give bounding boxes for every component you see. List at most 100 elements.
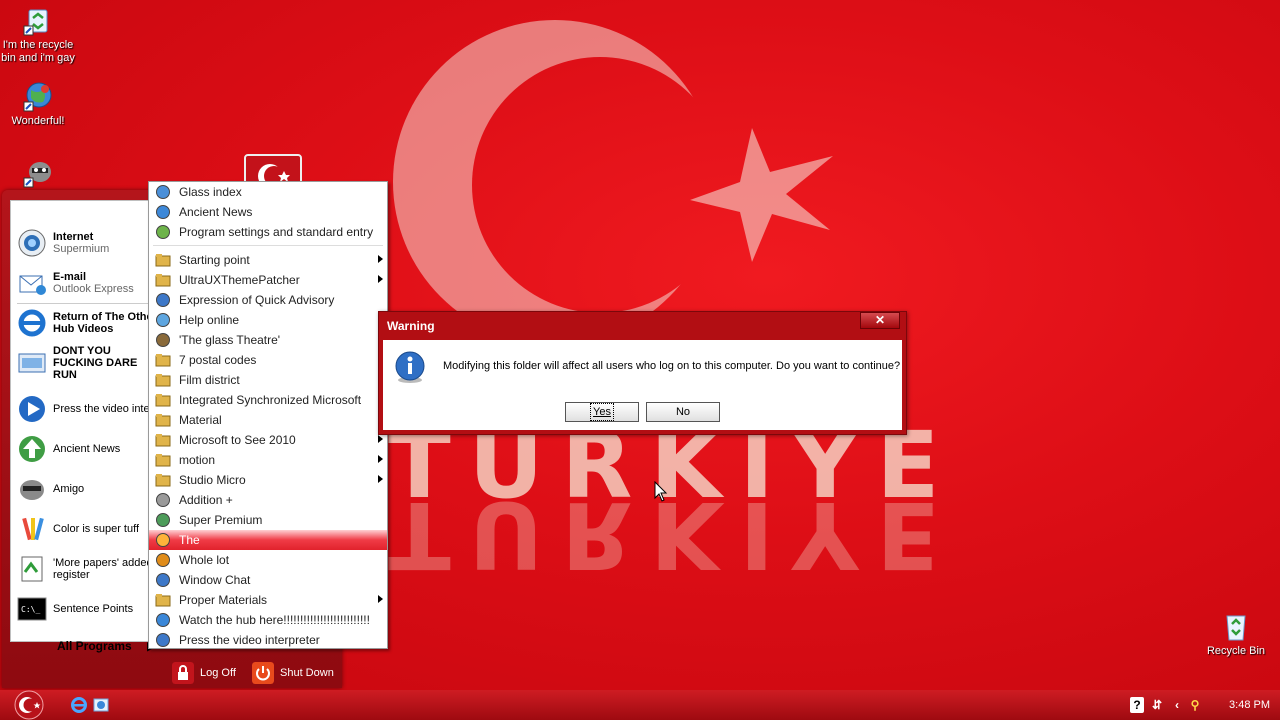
folder-icon — [155, 454, 171, 467]
recent-program[interactable]: Ancient News — [17, 431, 159, 467]
log-off-label: Log Off — [200, 667, 236, 679]
submenu-arrow-icon — [378, 475, 383, 483]
recent-label: Ancient News — [53, 443, 121, 455]
chevron-left-icon[interactable]: ‹ — [1170, 697, 1184, 713]
program-menu-item[interactable]: Ancient News — [149, 202, 387, 222]
program-menu-item[interactable]: Microsoft to See 2010 — [149, 430, 387, 450]
pinned-email[interactable]: E-mail Outlook Express — [17, 265, 159, 301]
submenu-arrow-icon — [378, 595, 383, 603]
pinned-internet[interactable]: Internet Supermium — [17, 225, 159, 261]
program-menu-item[interactable]: Watch the hub here!!!!!!!!!!!!!!!!!!!!!!… — [149, 610, 387, 630]
program-menu-label: Film district — [179, 373, 240, 387]
submenu-arrow-icon — [378, 275, 383, 283]
program-menu-item[interactable]: Press the video interpreter — [149, 630, 387, 650]
folder-icon — [155, 434, 171, 447]
browser-globe-icon — [18, 229, 46, 257]
dialog-message: Modifying this folder will affect all us… — [443, 360, 901, 372]
program-menu-item[interactable]: Expression of Quick Advisory — [149, 290, 387, 310]
recent-program[interactable]: C:\_ Sentence Points — [17, 591, 159, 627]
program-icon — [156, 493, 170, 507]
program-menu-label: Proper Materials — [179, 593, 268, 607]
program-menu-item[interactable]: The — [149, 530, 387, 550]
program-menu-item[interactable]: 7 postal codes — [149, 350, 387, 370]
program-menu-label: 7 postal codes — [179, 353, 257, 367]
program-menu-label: UltraUXThemePatcher — [179, 273, 300, 287]
program-icon — [156, 533, 170, 547]
recent-program[interactable]: Return of The Other Hub Videos — [17, 305, 159, 341]
shut-down-button[interactable]: Shut Down — [252, 662, 334, 684]
program-menu-item[interactable]: Whole lot — [149, 550, 387, 570]
recent-label: Press the video interpreter — [53, 403, 159, 415]
wallpaper-caption-reflection: TURKIYE — [388, 481, 958, 588]
show-desktop-icon[interactable] — [92, 696, 110, 714]
program-menu-item[interactable]: Film district — [149, 370, 387, 390]
command-prompt-icon: C:\_ — [17, 597, 47, 621]
program-menu-item[interactable]: Material — [149, 410, 387, 430]
taskbar: ? ⇵ ‹ ⚲ 3:48 PM — [0, 690, 1280, 720]
program-menu-item[interactable]: Glass index — [149, 182, 387, 202]
no-label: No — [675, 406, 691, 418]
desktop-icon-label: Wonderful! — [11, 115, 65, 127]
program-icon — [156, 313, 170, 327]
network-icon[interactable]: ⇵ — [1150, 697, 1164, 713]
folder-icon — [155, 414, 171, 427]
mail-icon — [19, 275, 46, 295]
program-menu-label: Material — [179, 413, 222, 427]
desktop-icon-label: I'm the recycle bin and i'm gay — [1, 39, 75, 64]
recent-program[interactable]: Amigo — [17, 471, 159, 507]
recent-program[interactable]: Color is super tuff — [17, 511, 159, 547]
program-menu-item[interactable]: Super Premium — [149, 510, 387, 530]
folder-icon — [155, 274, 171, 287]
program-menu-label: 'The glass Theatre' — [179, 333, 281, 347]
folder-icon — [155, 394, 171, 407]
folder-icon — [155, 254, 171, 267]
recycle-bin-icon — [1226, 615, 1246, 641]
mouse-cursor — [654, 481, 668, 502]
recent-label: DONT YOU FUCKING DARE RUN — [53, 345, 138, 381]
program-menu-item[interactable]: Program settings and standard entry — [149, 222, 387, 242]
submenu-arrow-icon — [378, 455, 383, 463]
help-icon[interactable]: ? — [1130, 697, 1144, 713]
desktop-icon-recycle-bin[interactable]: Recycle Bin — [1198, 610, 1274, 658]
program-icon — [156, 185, 170, 199]
program-menu-label: Expression of Quick Advisory — [179, 293, 335, 307]
recent-program[interactable]: Press the video interpreter — [17, 391, 159, 427]
dialog-close-button[interactable]: ✕ — [860, 312, 900, 329]
yes-button[interactable]: Yes — [565, 402, 639, 422]
desktop-icon-recycle-shortcut[interactable]: I'm the recycle bin and i'm gay — [0, 4, 76, 65]
search-icon[interactable]: ⚲ — [1188, 697, 1202, 713]
all-programs-menu: Glass index Ancient News Program settings … — [148, 181, 388, 649]
raccoon-icon — [23, 162, 51, 188]
program-menu-item[interactable]: Window Chat — [149, 570, 387, 590]
recent-program[interactable]: 'More papers' added register — [17, 551, 159, 587]
program-menu-item[interactable]: motion — [149, 450, 387, 470]
svg-text:C:\_: C:\_ — [21, 605, 40, 614]
program-menu-item[interactable]: Integrated Synchronized Microsoft — [149, 390, 387, 410]
desktop-icon-wonderful[interactable]: Wonderful! — [0, 80, 76, 128]
program-icon — [156, 225, 170, 239]
clock[interactable]: 3:48 PM — [1229, 699, 1270, 711]
recent-label: Color is super tuff — [53, 523, 140, 535]
all-programs-button[interactable]: All Programs — [57, 639, 132, 653]
paint-brushes-icon — [22, 517, 44, 541]
recent-program[interactable]: DONT YOU FUCKING DARE RUN — [17, 345, 159, 381]
program-menu-item[interactable]: Starting point — [149, 250, 387, 270]
menu-separator — [153, 245, 383, 246]
log-off-button[interactable]: Log Off — [172, 662, 236, 684]
program-menu-label: Glass index — [179, 185, 242, 199]
desktop-icon-raccoon[interactable] — [0, 156, 76, 191]
start-button[interactable] — [12, 690, 46, 720]
internet-explorer-icon[interactable] — [70, 696, 88, 714]
registry-file-icon — [21, 556, 43, 582]
program-menu-item[interactable]: 'The glass Theatre' — [149, 330, 387, 350]
power-icon — [252, 662, 274, 684]
program-menu-label: motion — [179, 453, 216, 467]
recent-label: Sentence Points — [53, 603, 134, 615]
program-menu-item[interactable]: Help online — [149, 310, 387, 330]
folder-icon — [155, 594, 171, 607]
program-menu-item[interactable]: Proper Materials — [149, 590, 387, 610]
program-menu-item[interactable]: Studio Micro — [149, 470, 387, 490]
no-button[interactable]: No — [646, 402, 720, 422]
program-menu-item[interactable]: Addition + — [149, 490, 387, 510]
program-menu-item[interactable]: UltraUXThemePatcher — [149, 270, 387, 290]
